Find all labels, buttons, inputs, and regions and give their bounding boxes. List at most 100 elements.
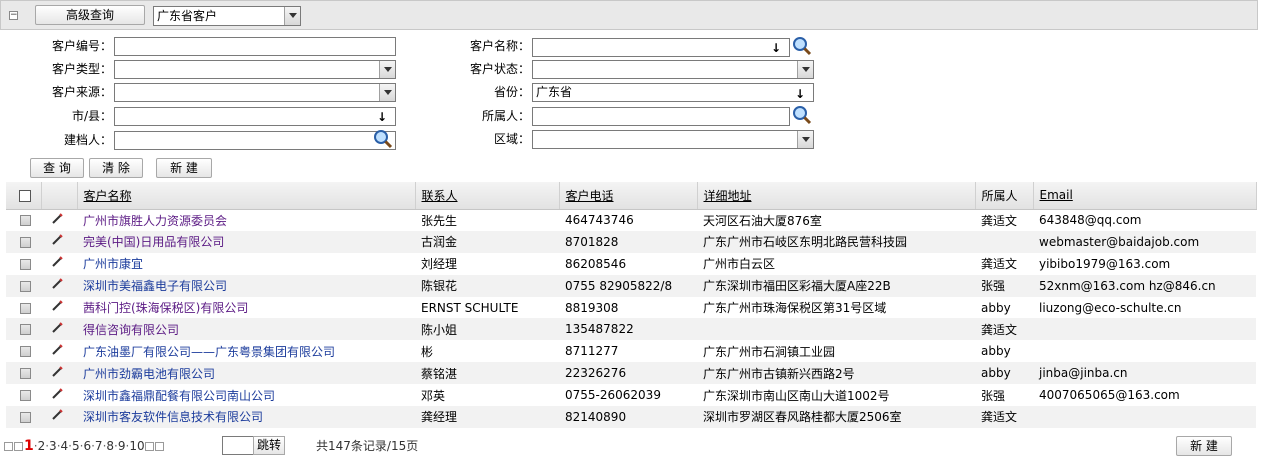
row-checkbox[interactable] — [20, 280, 31, 292]
region-label: 区域： — [493, 132, 530, 146]
cell-email: 643848@qq.com — [1039, 213, 1142, 228]
advanced-search-button[interactable]: 高级查询 — [35, 5, 145, 25]
row-checkbox[interactable] — [20, 368, 31, 380]
row-checkbox[interactable] — [20, 236, 31, 248]
arrow-down-icon[interactable]: ↓ — [377, 110, 387, 124]
cell-customer-name: 得信咨询有限公司 — [77, 318, 415, 341]
page-number-link[interactable]: 7 — [95, 439, 103, 453]
last-page-icon[interactable] — [154, 442, 164, 451]
region-select[interactable] — [532, 130, 814, 149]
province-value: 广东省 — [536, 85, 573, 99]
arrow-down-icon[interactable]: ↓ — [795, 87, 805, 101]
cell-owner: 张强 — [981, 388, 1006, 403]
customer-name-link[interactable]: 广州市劲霸电池有限公司 — [83, 367, 215, 381]
row-checkbox[interactable] — [20, 215, 31, 227]
pencil-icon[interactable] — [51, 322, 63, 334]
pencil-icon[interactable] — [51, 234, 63, 246]
city-select[interactable]: ↓ — [114, 107, 396, 126]
row-edit-cell — [41, 340, 77, 362]
customer-name-link[interactable]: 深圳市客友软件信息技术有限公司 — [83, 410, 263, 424]
customer-name-link[interactable]: 得信咨询有限公司 — [83, 323, 179, 337]
new-button[interactable]: 新 建 — [156, 158, 212, 178]
cell-owner: abby — [981, 344, 1011, 359]
cell-owner — [975, 230, 1033, 253]
page-number-link[interactable]: 1 — [24, 438, 34, 454]
page-number-link[interactable]: 9 — [118, 439, 126, 453]
customer-type-label: 客户类型： — [51, 62, 112, 76]
page-number-link[interactable]: 8 — [106, 439, 114, 453]
row-checkbox[interactable] — [20, 390, 31, 402]
row-checkbox[interactable] — [20, 346, 31, 358]
next-page-icon[interactable] — [144, 442, 154, 451]
customer-name-input[interactable]: ↓ — [532, 38, 790, 57]
cell-customer-name: 深圳市鑫福鼎配餐有限公司南山公司 — [77, 384, 415, 406]
province-select[interactable]: 广东省 ↓ — [532, 83, 814, 102]
cell-owner: 张强 — [975, 274, 1033, 297]
pencil-icon[interactable] — [51, 300, 63, 312]
chevron-down-icon[interactable] — [379, 84, 395, 101]
select-all-checkbox[interactable] — [19, 189, 31, 202]
row-checkbox-cell — [6, 384, 41, 406]
pencil-icon[interactable] — [51, 212, 63, 225]
pencil-icon[interactable] — [51, 387, 63, 400]
query-button[interactable]: 查 询 — [30, 158, 84, 178]
customer-name-link[interactable]: 完美(中国)日用品有限公司 — [83, 235, 224, 249]
customer-source-select[interactable] — [114, 83, 396, 102]
page-number-link[interactable]: 4 — [61, 439, 69, 453]
search-icon[interactable] — [373, 129, 393, 149]
chevron-down-icon[interactable] — [797, 131, 813, 148]
row-checkbox[interactable] — [20, 324, 31, 336]
customer-name-link[interactable]: 广州市康宜 — [83, 257, 143, 271]
header-phone[interactable]: 客户电话 — [559, 182, 698, 210]
search-icon[interactable] — [792, 36, 812, 56]
pencil-icon[interactable] — [51, 409, 63, 421]
header-address[interactable]: 详细地址 — [697, 182, 976, 210]
arrow-down-icon[interactable]: ↓ — [771, 41, 781, 55]
customer-type-select[interactable] — [114, 60, 396, 79]
row-checkbox[interactable] — [20, 302, 31, 314]
chevron-down-icon[interactable] — [284, 7, 300, 25]
row-checkbox-cell — [6, 362, 41, 385]
customer-filter-select[interactable]: 广东省客户 — [153, 6, 301, 26]
prev-page-icon[interactable] — [14, 442, 23, 451]
jump-button[interactable]: 跳转 — [253, 436, 285, 455]
pencil-icon[interactable] — [51, 344, 63, 356]
creator-input[interactable] — [114, 131, 396, 150]
cell-email: 52xnm@163.com hz@846.cn — [1033, 274, 1256, 297]
page-number-link[interactable]: 3 — [49, 439, 57, 453]
header-customer-name[interactable]: 客户名称 — [77, 182, 416, 210]
clear-button[interactable]: 清 除 — [89, 158, 143, 178]
page-number-link[interactable]: 6 — [83, 439, 91, 453]
select-all-header — [6, 182, 42, 210]
customer-name-link[interactable]: 茜科门控(珠海保税区)有限公司 — [83, 301, 248, 315]
customer-name-link[interactable]: 深圳市鑫福鼎配餐有限公司南山公司 — [83, 389, 275, 403]
row-checkbox[interactable] — [20, 258, 31, 270]
chevron-down-icon[interactable] — [379, 61, 395, 78]
customer-name-link[interactable]: 深圳市美福鑫电子有限公司 — [83, 279, 227, 293]
collapse-icon[interactable]: − — [9, 11, 18, 20]
first-page-icon[interactable] — [4, 442, 13, 451]
page-number-link[interactable]: 10 — [129, 439, 144, 453]
table-row: 茜科门控(珠海保税区)有限公司 ERNST SCHULTE 8819308 广东广州市… — [6, 297, 1256, 319]
cell-email: liuzong@eco-schulte.cn — [1039, 300, 1182, 315]
pencil-icon[interactable] — [51, 278, 63, 290]
header-email[interactable]: Email — [1033, 182, 1257, 210]
header-contact[interactable]: 联系人 — [415, 182, 560, 210]
pencil-icon[interactable] — [51, 256, 63, 268]
pencil-icon[interactable] — [51, 365, 63, 378]
cell-phone: 0755 82905822/8 — [559, 274, 697, 297]
customer-filter-value: 广东省客户 — [157, 9, 218, 23]
cell-email — [1033, 318, 1256, 341]
bottom-new-button[interactable]: 新 建 — [1176, 436, 1232, 456]
chevron-down-icon[interactable] — [797, 61, 813, 78]
customer-name-link[interactable]: 广州市旗胜人力资源委员会 — [83, 214, 227, 228]
row-checkbox[interactable] — [20, 411, 31, 423]
owner-input[interactable] — [532, 107, 790, 126]
page-number-link[interactable]: 5 — [72, 439, 80, 453]
customer-name-link[interactable]: 广东油墨厂有限公司——广东粤景集团有限公司 — [83, 345, 335, 359]
search-icon[interactable] — [792, 105, 812, 125]
customer-status-select[interactable] — [532, 60, 814, 79]
cell-contact: 刘经理 — [421, 257, 458, 272]
page-jump-input[interactable] — [222, 436, 254, 455]
customer-no-input[interactable] — [114, 37, 396, 56]
